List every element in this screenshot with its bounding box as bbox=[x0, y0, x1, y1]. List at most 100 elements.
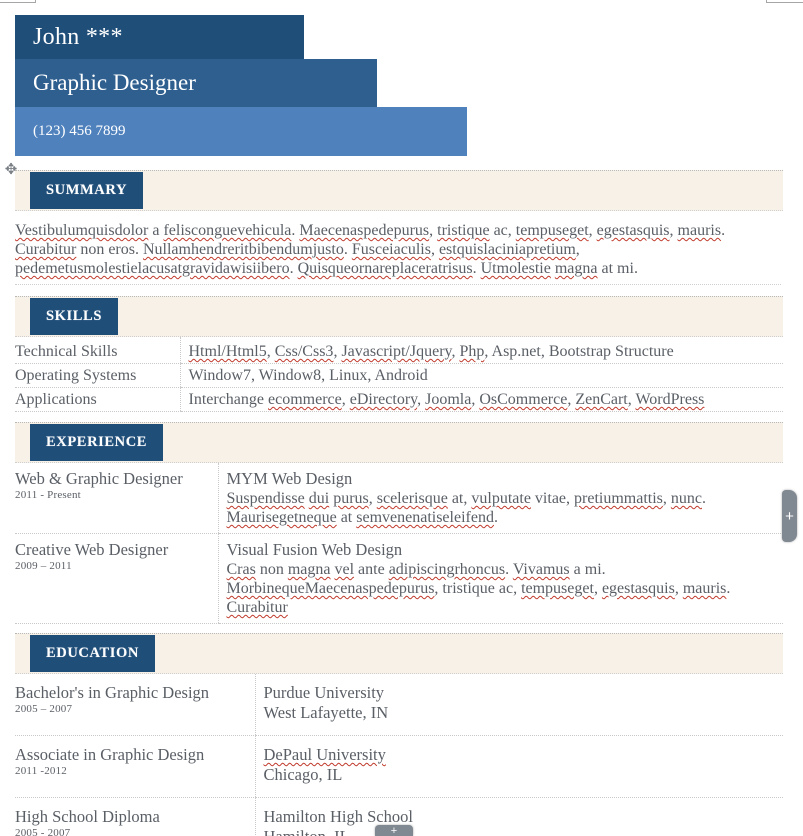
skills-table: Technical Skills Html/Html5, Css/Css3, J… bbox=[15, 337, 783, 412]
page-margin-mark-top-left bbox=[0, 0, 36, 3]
experience-role: Creative Web Designer bbox=[15, 540, 169, 559]
summary-token: . bbox=[343, 241, 352, 258]
summary-token: tempuseget bbox=[515, 222, 589, 239]
summary-token: . bbox=[289, 260, 298, 277]
summary-token: Vestibulumquisdolor bbox=[15, 222, 149, 239]
table-row[interactable]: Applications Interchange ecommerce, eDir… bbox=[15, 387, 783, 412]
candidate-job-title: Graphic Designer bbox=[15, 59, 377, 107]
exp-sep: a mi. bbox=[569, 561, 606, 578]
summary-token: egestasquis bbox=[596, 222, 670, 239]
summary-token: , bbox=[430, 241, 439, 258]
skill-sep: , Asp.net, Bootstrap Structure bbox=[484, 343, 674, 360]
table-row[interactable]: Web & Graphic Designer 2011 - Present MY… bbox=[15, 463, 783, 534]
education-school: Purdue University bbox=[263, 683, 385, 702]
summary-token: ac, bbox=[489, 222, 516, 239]
exp-token: pretiummattis bbox=[574, 490, 663, 507]
experience-description: Cras non magna vel ante adipiscingrhoncu… bbox=[227, 560, 778, 617]
summary-token: , bbox=[575, 241, 580, 258]
exp-sep: , tristique ac, bbox=[434, 580, 522, 597]
skill-sep: , bbox=[341, 391, 350, 408]
summary-token: Nullamhendreritbibendumjusto bbox=[142, 241, 344, 258]
section-header-education: EDUCATION bbox=[15, 633, 783, 674]
exp-token: scelerisque bbox=[376, 490, 448, 507]
exp-sep: . bbox=[702, 490, 706, 507]
education-table: Bachelor's in Graphic Design 2005 – 2007… bbox=[15, 674, 783, 836]
table-move-handle-icon[interactable]: ✥ bbox=[1, 160, 21, 180]
exp-token: egestasquis bbox=[601, 580, 675, 597]
skill-token: eDirectory bbox=[349, 391, 418, 408]
section-header-summary: SUMMARY bbox=[15, 170, 783, 211]
exp-token: magna bbox=[287, 561, 331, 578]
exp-token: adipiscingrhoncus bbox=[388, 561, 506, 578]
summary-token: Curabitur bbox=[15, 241, 77, 258]
exp-token: MorbinequeMaecenaspedepurus bbox=[226, 580, 435, 597]
exp-sep: ante bbox=[354, 561, 389, 578]
insert-row-button[interactable]: + bbox=[375, 825, 413, 836]
skill-token: Css/Css3 bbox=[274, 343, 334, 360]
skill-token: Html/Html5 bbox=[188, 343, 267, 360]
table-row[interactable]: Associate in Graphic Design 2011 -2012 D… bbox=[15, 735, 783, 798]
skill-token: Joomla bbox=[425, 391, 472, 408]
table-row[interactable]: Technical Skills Html/Html5, Css/Css3, J… bbox=[15, 337, 783, 364]
education-degree: High School Diploma bbox=[15, 807, 160, 826]
exp-token: Cras bbox=[226, 561, 256, 578]
exp-token: Curabitur bbox=[226, 599, 288, 616]
section-header-skills: SKILLS bbox=[15, 296, 783, 337]
summary-token: Quisqueornareplaceratrisus bbox=[297, 260, 473, 277]
education-degree: Bachelor's in Graphic Design bbox=[15, 683, 210, 702]
summary-token: Maecenaspedepurus bbox=[299, 222, 430, 239]
skill-sep: , bbox=[266, 343, 275, 360]
exp-token: semvenenatiseleifend bbox=[356, 509, 494, 526]
summary-token: . bbox=[472, 260, 481, 277]
skill-token: Javascript/Jquery bbox=[341, 343, 452, 360]
skills-category: Operating Systems bbox=[15, 363, 180, 388]
section-header-experience: EXPERIENCE bbox=[15, 422, 783, 463]
summary-paragraph[interactable]: Vestibulumquisdolor a felisconguevehicul… bbox=[15, 211, 781, 285]
summary-token: pedemetusmolestielacusatgravidawisiibero bbox=[15, 260, 290, 277]
exp-sep: , bbox=[368, 490, 377, 507]
exp-sep: , bbox=[662, 490, 671, 507]
summary-token: . bbox=[721, 222, 726, 239]
summary-token: magna bbox=[554, 260, 598, 277]
insert-column-label: + bbox=[785, 507, 794, 525]
skills-values: Interchange ecommerce, eDirectory, Jooml… bbox=[179, 387, 783, 412]
table-row[interactable]: Operating Systems Window7, Window8, Linu… bbox=[15, 363, 783, 388]
experience-organization: Visual Fusion Web Design bbox=[226, 540, 403, 559]
exp-token: mauris bbox=[682, 580, 727, 597]
document-canvas: ✥ + + John *** Graphic Designer (123) 45… bbox=[0, 0, 803, 836]
education-degree: Associate in Graphic Design bbox=[15, 745, 205, 764]
exp-token: Maurisegetneque bbox=[226, 509, 337, 526]
skill-token: OsCommerce bbox=[479, 391, 568, 408]
skill-token: Interchange bbox=[188, 391, 269, 408]
insert-column-button[interactable]: + bbox=[782, 490, 797, 542]
summary-token: non eros. bbox=[76, 241, 143, 258]
table-row[interactable]: Bachelor's in Graphic Design 2005 – 2007… bbox=[15, 674, 783, 736]
exp-token: Suspendisse bbox=[226, 490, 305, 507]
page-margin-mark-top-right bbox=[766, 0, 803, 3]
summary-token: Utmolestie bbox=[480, 260, 551, 277]
candidate-name: John *** bbox=[15, 15, 304, 59]
experience-organization: MYM Web Design bbox=[226, 469, 353, 488]
exp-sep: vitae, bbox=[530, 490, 575, 507]
education-dates: 2011 -2012 bbox=[15, 765, 68, 777]
education-location: Hamilton, IL bbox=[264, 827, 778, 836]
education-school: Hamilton High School bbox=[263, 807, 413, 826]
exp-sep: at, bbox=[447, 490, 472, 507]
exp-sep: . bbox=[493, 509, 498, 526]
summary-token: a bbox=[148, 222, 164, 239]
exp-sep: at bbox=[336, 509, 357, 526]
exp-token: Vivamus bbox=[512, 561, 570, 578]
experience-description: Suspendisse dui purus, scelerisque at, v… bbox=[227, 489, 778, 527]
exp-token: vulputate bbox=[471, 490, 531, 507]
skills-values: Window7, Window8, Linux, Android bbox=[179, 363, 783, 388]
exp-token: tempuseget bbox=[521, 580, 594, 597]
education-school: DePaul University bbox=[264, 745, 778, 765]
table-row[interactable]: Creative Web Designer 2009 – 2011 Visual… bbox=[15, 533, 783, 624]
section-chip-skills: SKILLS bbox=[30, 298, 118, 335]
insert-row-label: + bbox=[390, 824, 398, 836]
skill-token: Php bbox=[459, 343, 485, 360]
education-dates: 2005 - 2007 bbox=[15, 827, 71, 836]
exp-sep: . bbox=[505, 561, 513, 578]
skill-token: WordPress bbox=[635, 391, 705, 408]
summary-token: estquislaciniapretium bbox=[438, 241, 576, 258]
